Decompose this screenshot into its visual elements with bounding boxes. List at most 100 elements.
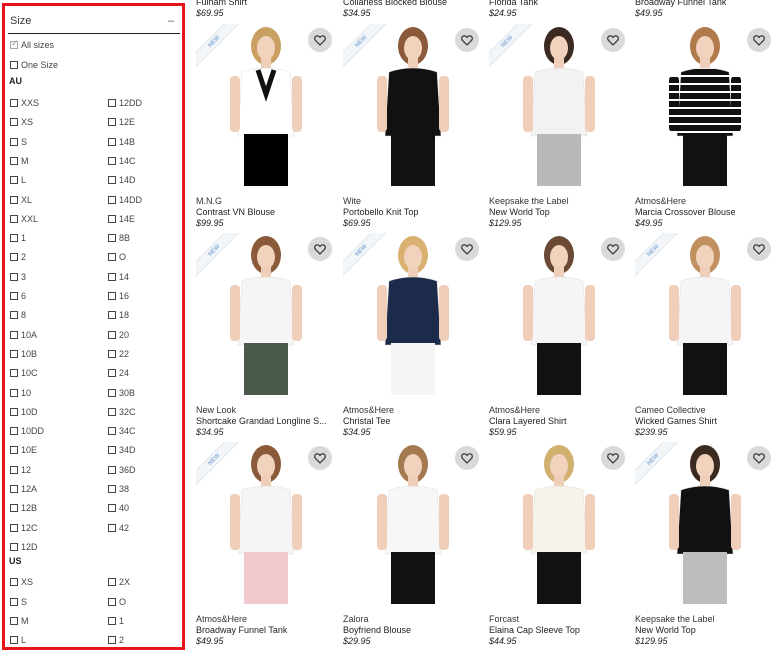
checkbox[interactable] [10, 349, 18, 358]
size-option-au-10dd[interactable]: 10DD [10, 425, 44, 437]
checkbox[interactable] [10, 195, 18, 204]
size-option-us-m[interactable]: M [10, 615, 29, 627]
size-option-au-24[interactable]: 24 [108, 367, 129, 379]
product-name[interactable]: Shortcake Grandad Longline S... [196, 416, 327, 427]
size-option-au-xxl[interactable]: XXL [10, 213, 38, 225]
size-option-au-18[interactable]: 18 [108, 309, 129, 321]
product-image[interactable]: NEW [343, 24, 479, 186]
checkbox[interactable] [108, 504, 116, 513]
size-option-us-o[interactable]: O [108, 596, 126, 608]
product-image[interactable]: NEW [196, 233, 332, 395]
checkbox[interactable] [10, 578, 18, 587]
checkbox[interactable] [108, 427, 116, 436]
product-name[interactable]: Boyfriend Blouse [343, 625, 411, 636]
checkbox[interactable] [10, 597, 18, 606]
size-option-au-12c[interactable]: 12C [10, 522, 38, 534]
product-image[interactable] [635, 24, 771, 186]
product-name[interactable]: Elaina Cap Sleeve Top [489, 625, 580, 636]
checkbox[interactable] [10, 523, 18, 532]
all-sizes-option[interactable]: All sizes [10, 38, 54, 51]
checkbox[interactable] [108, 99, 116, 107]
product-name[interactable]: Contrast VN Blouse [196, 207, 275, 218]
size-option-au-14d[interactable]: 14D [108, 174, 136, 186]
checkbox[interactable] [108, 523, 116, 532]
size-option-au-14e[interactable]: 14E [108, 213, 135, 225]
checkbox[interactable] [108, 156, 116, 165]
checkbox[interactable] [108, 234, 116, 243]
checkbox[interactable] [108, 446, 116, 455]
size-option-au-10a[interactable]: 10A [10, 329, 37, 341]
size-option-au-20[interactable]: 20 [108, 329, 129, 341]
size-option-au-8b[interactable]: 8B [108, 232, 130, 244]
checkbox[interactable] [10, 214, 18, 223]
product-name[interactable]: Christal Tee [343, 416, 394, 427]
size-option-us-2[interactable]: 2 [108, 634, 124, 646]
size-option-au-40[interactable]: 40 [108, 502, 129, 514]
checkbox[interactable] [10, 292, 18, 300]
checkbox[interactable] [10, 465, 18, 474]
size-option-us-1[interactable]: 1 [108, 615, 124, 627]
size-option-au-10c[interactable]: 10C [10, 367, 38, 379]
checkbox[interactable] [108, 636, 116, 645]
size-option-au-34c[interactable]: 34C [108, 425, 136, 437]
product-name[interactable]: Wicked Games Shirt [635, 416, 717, 427]
product-name[interactable]: Broadway Funnel Tank [196, 625, 287, 636]
checkbox[interactable] [108, 214, 116, 223]
size-option-au-12d[interactable]: 12D [10, 541, 38, 553]
checkbox[interactable] [10, 137, 18, 146]
checkbox[interactable] [10, 61, 18, 69]
checkbox[interactable] [108, 349, 116, 358]
size-option-au-32c[interactable]: 32C [108, 406, 136, 418]
product-image[interactable]: NEW [343, 233, 479, 395]
size-option-au-xxs[interactable]: XXS [10, 97, 39, 109]
size-option-au-12dd[interactable]: 12DD [108, 97, 142, 109]
size-option-au-10b[interactable]: 10B [10, 348, 37, 360]
product-image[interactable] [489, 233, 625, 395]
checkbox[interactable] [108, 137, 116, 146]
checkbox[interactable] [108, 311, 116, 320]
size-option-au-12b[interactable]: 12B [10, 502, 37, 514]
size-option-au-3[interactable]: 3 [10, 271, 26, 283]
checkbox[interactable] [108, 369, 116, 378]
checkbox[interactable] [108, 465, 116, 474]
product-image[interactable]: NEW [635, 442, 771, 604]
checkbox[interactable] [108, 407, 116, 416]
size-option-au-m[interactable]: M [10, 155, 29, 167]
size-option-au-10[interactable]: 10 [10, 387, 31, 399]
size-option-au-o[interactable]: O [108, 251, 126, 263]
collapse-icon[interactable]: – [164, 15, 178, 27]
size-option-au-12e[interactable]: 12E [108, 116, 135, 128]
checkbox[interactable] [108, 118, 116, 127]
size-option-au-10e[interactable]: 10E [10, 444, 37, 456]
checkbox[interactable] [108, 578, 116, 587]
size-option-us-s[interactable]: S [10, 596, 27, 608]
product-image[interactable] [489, 442, 625, 604]
size-option-au-36d[interactable]: 36D [108, 464, 136, 476]
product-name[interactable]: Florida Tank [489, 0, 538, 8]
checkbox[interactable] [10, 542, 18, 551]
checkbox[interactable] [10, 38, 19, 49]
checkbox[interactable] [10, 176, 18, 185]
checkbox[interactable] [10, 156, 18, 165]
checkbox[interactable] [10, 446, 18, 455]
checkbox[interactable] [10, 311, 18, 320]
checkbox[interactable] [10, 369, 18, 378]
size-option-au-xl[interactable]: XL [10, 194, 32, 206]
size-option-au-12a[interactable]: 12A [10, 483, 37, 495]
checkbox[interactable] [10, 253, 18, 262]
size-option-au-38[interactable]: 38 [108, 483, 129, 495]
checkbox[interactable] [10, 504, 18, 513]
product-name[interactable]: New World Top [635, 625, 715, 636]
checkbox[interactable] [10, 388, 18, 397]
checkbox[interactable] [10, 99, 18, 107]
size-option-au-xs[interactable]: XS [10, 116, 33, 128]
product-name[interactable]: Marcia Crossover Blouse [635, 207, 736, 218]
checkbox[interactable] [108, 176, 116, 185]
checkbox[interactable] [108, 597, 116, 606]
checkbox[interactable] [10, 330, 18, 339]
size-option-au-14c[interactable]: 14C [108, 155, 136, 167]
size-option-au-34d[interactable]: 34D [108, 444, 136, 456]
size-option-au-30b[interactable]: 30B [108, 387, 135, 399]
size-option-au-1[interactable]: 1 [10, 232, 26, 244]
size-option-us-l[interactable]: L [10, 634, 26, 646]
